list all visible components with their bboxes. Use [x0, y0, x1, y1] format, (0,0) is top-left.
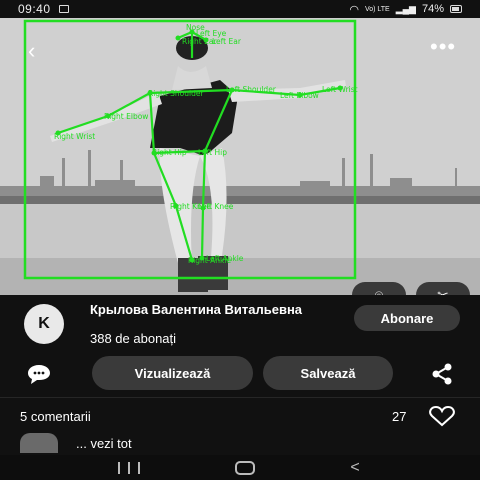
scissors-icon: ✂: [437, 286, 449, 296]
share-icon[interactable]: [430, 363, 454, 385]
network-label: Vo) LTE: [364, 5, 390, 13]
keypoint-label: Left Wrist: [322, 85, 358, 94]
keypoint-label: Left Hip: [198, 148, 227, 157]
wifi-icon: ◠: [349, 3, 359, 16]
status-bar: 09:40 ◠ Vo) LTE ▂▄▆ 74%: [0, 0, 480, 18]
follow-button[interactable]: Abonare: [354, 305, 460, 331]
lens-scan-icon: ⌾: [374, 286, 384, 296]
keypoint-label: Left Elbow: [280, 91, 319, 100]
keypoint-label: Right Wrist: [54, 132, 95, 141]
recents-icon[interactable]: [117, 461, 140, 474]
likes-count: 27: [392, 409, 407, 424]
view-all-comments-link[interactable]: ... vezi tot: [76, 436, 132, 451]
notification-icons: [58, 5, 69, 13]
keypoint-label: Right Hip: [152, 148, 187, 157]
pin-image[interactable]: Nose Left Eye Right Ear Left Ear Right Shoul…: [0, 18, 480, 295]
comments-count[interactable]: 5 comentarii: [20, 409, 91, 424]
cutout-button[interactable]: ✂: [416, 282, 470, 295]
divider: [0, 397, 480, 398]
more-options-icon[interactable]: •••: [430, 36, 456, 60]
keypoint-label: Left Ear: [212, 37, 242, 46]
keypoint-label: Left Knee: [198, 202, 234, 211]
home-icon[interactable]: [234, 460, 255, 475]
keypoint-label: Left Ankle: [206, 254, 244, 263]
system-back-icon[interactable]: <: [350, 459, 362, 475]
view-button[interactable]: Vizualizează: [92, 356, 253, 390]
author-name[interactable]: Крылова Валентина Витальевна: [90, 303, 330, 316]
system-nav-bar: <: [0, 455, 480, 480]
commenter-avatar[interactable]: [20, 433, 58, 453]
comment-bubble-icon[interactable]: [26, 363, 52, 385]
image-notification-icon: [58, 5, 69, 13]
battery-icon: [450, 5, 462, 13]
keypoint-label: Right Shoulder: [148, 89, 204, 98]
heart-icon[interactable]: [428, 405, 456, 427]
battery-percent: 74%: [421, 3, 444, 15]
keypoint-label: Right Elbow: [104, 112, 148, 121]
author-avatar[interactable]: K: [24, 304, 64, 344]
visual-search-button[interactable]: ⌾: [352, 282, 406, 295]
signal-icon: ▂▄▆: [395, 3, 416, 14]
status-time: 09:40: [18, 2, 51, 16]
save-button[interactable]: Salvează: [263, 356, 393, 390]
back-arrow-icon[interactable]: ‹: [28, 40, 50, 62]
follower-count: 388 de abonați: [90, 331, 177, 346]
photo-scene: NoseLeft EyeRight EarLeft EarRight Shoul…: [0, 18, 480, 295]
status-right: ◠ Vo) LTE ▂▄▆ 74%: [349, 3, 462, 16]
keypoint-label: Left Shoulder: [226, 85, 277, 94]
